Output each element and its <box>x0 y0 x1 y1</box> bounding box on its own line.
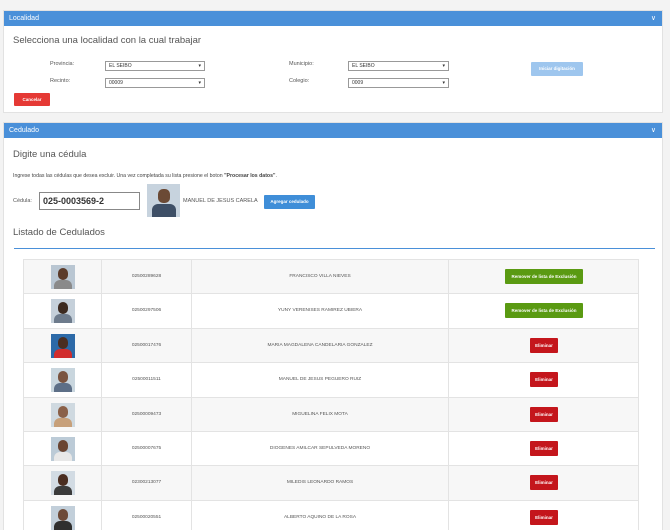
cedula-cell: 02500297506 <box>102 294 192 328</box>
cancelar-button[interactable]: Cancelar <box>14 93 50 106</box>
cedula-cell: 02500009473 <box>102 397 192 431</box>
dropdown-arrow-icon: ▾ <box>442 80 445 86</box>
provincia-label: Provincia: <box>50 61 75 67</box>
eliminar-button[interactable]: Eliminar <box>530 406 558 422</box>
table-row: 02500289628 FRANCISCO VILLA NIEVES Remover… <box>24 260 640 295</box>
table-row: 02500017476 MARIA MAGDALENA CANDELARIA GO… <box>24 328 640 364</box>
photo-cell <box>24 260 102 294</box>
table-row: 02500020551 ALBERTO AQUINO DE LA ROSA Elim… <box>24 500 640 530</box>
name-cell: ALBERTO AQUINO DE LA ROSA <box>192 500 449 530</box>
found-person-name: MANUEL DE JESUS CARELA <box>183 198 258 204</box>
person-photo <box>51 505 75 530</box>
cedula-cell: 02500017476 <box>102 328 192 363</box>
action-cell: Eliminar <box>449 398 640 431</box>
section-divider <box>14 248 655 249</box>
person-photo <box>51 368 75 393</box>
localidad-header[interactable]: Localidad ∨ <box>4 11 662 26</box>
name-cell: MANUEL DE JESUS PEGUERO RUIZ <box>192 363 449 397</box>
eliminar-button[interactable]: Eliminar <box>530 337 558 353</box>
eliminar-button[interactable]: Eliminar <box>530 475 558 491</box>
chevron-down-icon[interactable]: ∨ <box>651 11 656 26</box>
remover-exclusion-button[interactable]: Remover de lista de Exclusión <box>505 269 583 284</box>
cedulados-table: 02500289628 FRANCISCO VILLA NIEVES Remover… <box>23 259 639 530</box>
person-photo <box>51 265 75 289</box>
provincia-select[interactable]: EL SEIBO ▾ <box>105 61 205 71</box>
dropdown-arrow-icon: ▾ <box>198 63 201 69</box>
cedulado-header[interactable]: Cedulado ∨ <box>4 123 662 138</box>
name-cell: YUNY VERENISES RAMIREZ UBIERA <box>192 294 449 328</box>
recinto-select[interactable]: 00009 ▾ <box>105 78 205 88</box>
cedula-cell: 02500011511 <box>102 363 192 397</box>
dropdown-arrow-icon: ▾ <box>442 63 445 69</box>
municipio-value: EL SEIBO <box>352 63 375 69</box>
photo-cell <box>24 431 102 466</box>
action-cell: Eliminar <box>449 501 640 530</box>
photo-cell <box>24 363 102 397</box>
action-cell: Remover de lista de Exclusión <box>449 294 640 327</box>
agregar-cedulado-button[interactable]: Agregar cedulado <box>264 195 315 209</box>
photo-cell <box>24 328 102 363</box>
eliminar-button[interactable]: Eliminar <box>530 440 558 456</box>
action-cell: Eliminar <box>449 363 640 396</box>
name-cell: MIGUELINA FELIX MOTA <box>192 397 449 431</box>
photo-cell <box>24 294 102 328</box>
cedula-label: Cédula: <box>13 198 32 204</box>
colegio-value: 0009 <box>352 80 364 86</box>
cedula-cell: 02300213077 <box>102 466 192 500</box>
cedula-cell: 02500020551 <box>102 500 192 530</box>
instructions-suffix: . <box>275 173 277 179</box>
localidad-panel: Localidad ∨ Selecciona una localidad con… <box>3 10 663 113</box>
iniciar-digitacion-button[interactable]: Iniciar digitación <box>531 62 583 76</box>
remover-exclusion-button[interactable]: Remover de lista de Exclusión <box>505 303 583 319</box>
photo-cell <box>24 466 102 500</box>
person-photo <box>51 333 75 358</box>
photo-cell <box>24 500 102 530</box>
action-cell: Eliminar <box>449 466 640 499</box>
cedula-input[interactable]: 025-0003569-2 <box>39 192 140 210</box>
instructions-prefix: Ingrese todas las cédulas que desea excl… <box>13 173 225 179</box>
eliminar-button[interactable]: Eliminar <box>530 372 558 388</box>
name-cell: DIOGENES AMILCAR SEPULVEDA MORENO <box>192 431 449 466</box>
localidad-header-title: Localidad <box>9 15 39 22</box>
cedulado-subtitle: Digite una cédula <box>13 149 87 160</box>
municipio-select[interactable]: EL SEIBO ▾ <box>348 61 449 71</box>
person-photo <box>51 436 75 461</box>
colegio-select[interactable]: 0009 ▾ <box>348 78 449 88</box>
cedula-cell: 02500007675 <box>102 431 192 466</box>
localidad-subtitle: Selecciona una localidad con la cual tra… <box>13 35 202 46</box>
provincia-value: EL SEIBO <box>109 63 132 69</box>
recinto-value: 00009 <box>109 80 123 86</box>
colegio-label: Colegio: <box>289 78 310 84</box>
table-row: 02500011511 MANUEL DE JESUS PEGUERO RUIZ E… <box>24 363 640 398</box>
eliminar-button[interactable]: Eliminar <box>530 509 558 525</box>
municipio-label: Municipio: <box>289 61 314 67</box>
photo-cell <box>24 397 102 431</box>
cedulado-panel: Cedulado ∨ Digite una cédula Ingrese tod… <box>3 122 663 530</box>
person-photo <box>51 299 75 324</box>
dropdown-arrow-icon: ▾ <box>198 80 201 86</box>
action-cell: Eliminar <box>449 329 640 362</box>
table-row: 02500007675 DIOGENES AMILCAR SEPULVEDA MO… <box>24 431 640 467</box>
action-cell: Eliminar <box>449 432 640 465</box>
table-row: 02500297506 YUNY VERENISES RAMIREZ UBIERA… <box>24 294 640 329</box>
person-photo <box>51 402 75 427</box>
cedula-cell: 02500289628 <box>102 260 192 294</box>
recinto-label: Recinto: <box>50 78 71 84</box>
chevron-down-icon[interactable]: ∨ <box>651 123 656 138</box>
name-cell: MARIA MAGDALENA CANDELARIA GONZALEZ <box>192 328 449 363</box>
listado-title: Listado de Cedulados <box>13 227 105 238</box>
table-row: 02300213077 MILEDIS LEONARDO RAMOS Elimina… <box>24 466 640 501</box>
instructions-text: Ingrese todas las cédulas que desea excl… <box>13 173 277 179</box>
name-cell: FRANCISCO VILLA NIEVES <box>192 260 449 294</box>
person-photo <box>51 471 75 496</box>
found-person-photo <box>147 184 180 217</box>
instructions-bold: "Procesar los datos" <box>224 173 276 179</box>
action-cell: Remover de lista de Exclusión <box>449 260 640 293</box>
table-row: 02500009473 MIGUELINA FELIX MOTA Eliminar <box>24 397 640 432</box>
name-cell: MILEDIS LEONARDO RAMOS <box>192 466 449 500</box>
cedulado-header-title: Cedulado <box>9 127 39 134</box>
